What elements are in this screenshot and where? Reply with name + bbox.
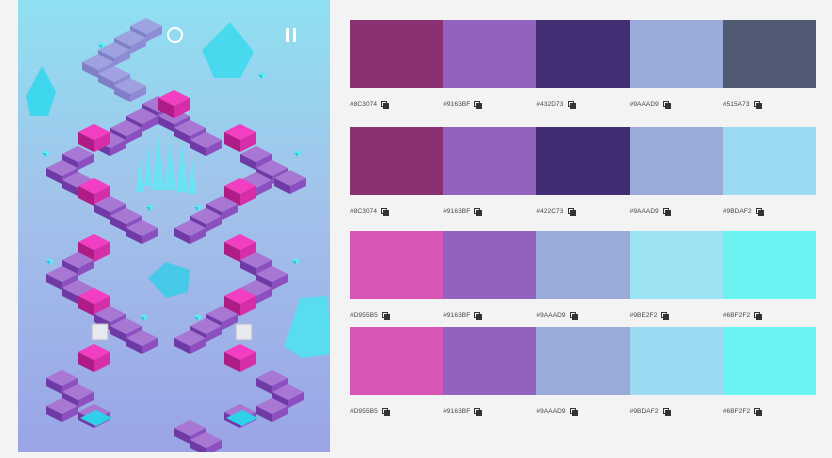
copy-icon[interactable] (662, 101, 671, 109)
color-swatch (629, 20, 723, 88)
copy-icon[interactable] (569, 408, 578, 416)
palette-codes-4: #D955B5 #9163BF #9AAAD9 #9BDAF2 #6BF2F2 (350, 404, 816, 418)
color-swatch (629, 327, 723, 395)
color-swatch (443, 231, 537, 299)
game-screenshot (18, 0, 330, 452)
hex-code: #9163BF (443, 311, 471, 319)
hex-code: #9AAAD9 (629, 207, 659, 215)
color-swatch (443, 20, 537, 88)
color-swatch (722, 20, 817, 88)
dice-block-left (91, 323, 109, 341)
palette-row-2 (350, 127, 817, 195)
color-swatch (536, 127, 630, 195)
color-swatch (350, 327, 444, 395)
color-swatch (443, 127, 537, 195)
copy-icon[interactable] (662, 208, 671, 216)
copy-icon[interactable] (569, 312, 578, 320)
copy-icon[interactable] (754, 312, 763, 320)
hex-code: #6BF2F2 (722, 311, 751, 319)
pause-icon (286, 28, 296, 42)
copy-icon[interactable] (474, 208, 483, 216)
hex-code: #515A73 (722, 100, 750, 108)
hex-code: #9163BF (443, 407, 471, 415)
hex-code: #9BE2F2 (629, 311, 658, 319)
hex-code: #6BF2F2 (722, 407, 751, 415)
color-swatch (629, 231, 723, 299)
palette-codes-1: #8C3074 #9163BF #432D73 #9AAAD9 #515A73 (350, 97, 816, 111)
isometric-level-art (26, 18, 330, 452)
hex-code: #D955B5 (350, 407, 378, 415)
palette-codes-2: #8C3074 #9163BF #422C73 #9AAAD9 #9BDAF2 (350, 204, 816, 218)
color-swatch (536, 327, 630, 395)
crystal-rock-right (284, 296, 330, 358)
hex-code: #9BDAF2 (722, 207, 752, 215)
hex-code: #9163BF (443, 207, 471, 215)
color-swatch (536, 231, 630, 299)
dice-block-right (235, 323, 253, 341)
copy-icon[interactable] (754, 408, 763, 416)
restart-button[interactable] (164, 24, 186, 46)
crystal-rock-left (26, 66, 56, 116)
copy-icon[interactable] (753, 101, 762, 109)
color-swatch (536, 20, 630, 88)
palette-codes-3: #D955B5 #9163BF #9AAAD9 #9BE2F2 #6BF2F2 (350, 308, 816, 322)
hex-code: #9163BF (443, 100, 471, 108)
color-swatch (350, 127, 444, 195)
palette-row-3 (350, 231, 817, 299)
restart-ring-icon (167, 27, 183, 43)
color-swatch (629, 127, 723, 195)
palette-row-1 (350, 20, 817, 88)
hex-code: #9AAAD9 (536, 311, 566, 319)
color-swatch (722, 231, 817, 299)
crystal-rock-mid (148, 262, 190, 298)
copy-icon[interactable] (474, 408, 483, 416)
copy-icon[interactable] (381, 208, 390, 216)
hex-code: #D955B5 (350, 311, 378, 319)
hex-code: #422C73 (536, 207, 564, 215)
color-swatch (722, 327, 817, 395)
copy-icon[interactable] (661, 312, 670, 320)
copy-icon[interactable] (474, 312, 483, 320)
copy-icon[interactable] (567, 101, 576, 109)
pause-button[interactable] (280, 24, 302, 46)
copy-icon[interactable] (662, 408, 671, 416)
hex-code: #9AAAD9 (629, 100, 659, 108)
color-swatch (350, 20, 444, 88)
copy-icon[interactable] (567, 208, 576, 216)
copy-icon[interactable] (474, 101, 483, 109)
hex-code: #432D73 (536, 100, 564, 108)
crystal-rock-top (202, 22, 254, 78)
copy-icon[interactable] (381, 312, 390, 320)
color-swatch (443, 327, 537, 395)
copy-icon[interactable] (381, 408, 390, 416)
color-swatch (350, 231, 444, 299)
copy-icon[interactable] (381, 101, 390, 109)
copy-icon[interactable] (755, 208, 764, 216)
hex-code: #8C3074 (350, 100, 378, 108)
hex-code: #9AAAD9 (536, 407, 566, 415)
hex-code: #8C3074 (350, 207, 378, 215)
color-swatch (722, 127, 817, 195)
hex-code: #9BDAF2 (629, 407, 659, 415)
palette-row-4 (350, 327, 817, 395)
